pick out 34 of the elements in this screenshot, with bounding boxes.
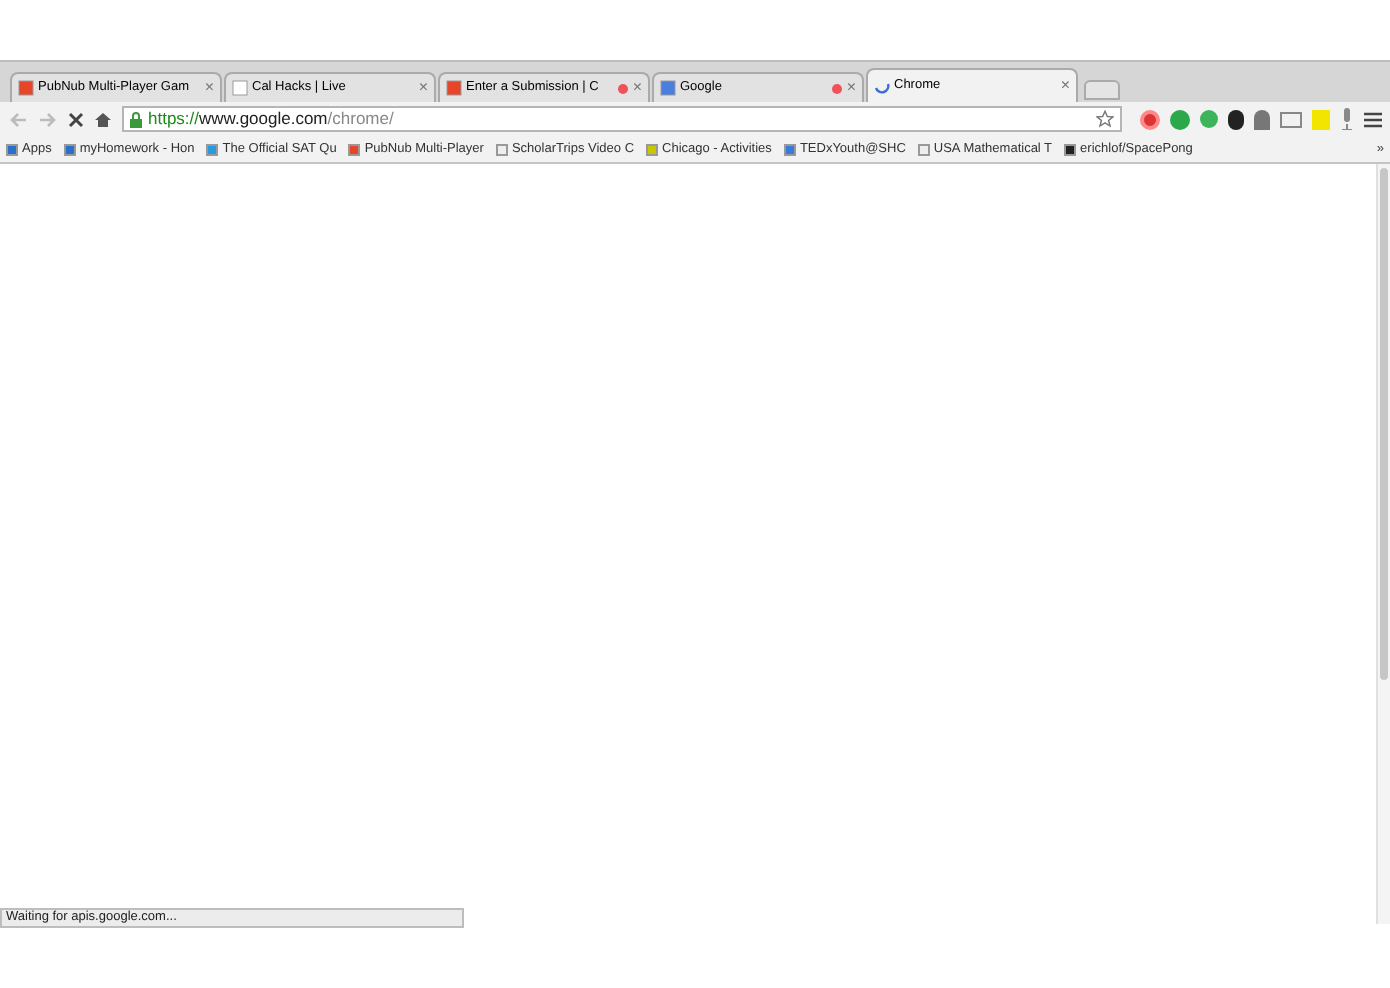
url-scheme: https:// <box>148 108 200 129</box>
favicon-icon <box>232 80 248 96</box>
lock-icon <box>130 111 142 127</box>
close-tab-button[interactable]: × <box>846 76 856 100</box>
close-tab-button[interactable]: × <box>418 76 428 100</box>
cast-icon[interactable] <box>1280 111 1302 127</box>
favicon-icon <box>63 143 76 155</box>
favicon-icon <box>348 143 361 155</box>
microphone-icon[interactable] <box>1340 108 1354 130</box>
favicon-icon <box>18 80 34 96</box>
favicon-icon <box>446 80 462 96</box>
favicon-icon <box>660 80 676 96</box>
star-icon[interactable] <box>1096 110 1114 128</box>
favicon-icon <box>1064 143 1077 155</box>
favicon-icon <box>495 143 508 155</box>
favicon-icon <box>206 143 219 155</box>
home-icon[interactable] <box>94 111 112 127</box>
favicon-icon <box>783 143 796 155</box>
stop-icon[interactable] <box>68 111 84 127</box>
address-bar[interactable]: https://www.google.com/chrome/ <box>122 106 1122 132</box>
new-tab-button[interactable] <box>1084 80 1120 100</box>
back-arrow-icon[interactable] <box>8 111 28 127</box>
close-tab-button[interactable]: × <box>204 76 214 100</box>
scrollbar[interactable] <box>1376 164 1390 924</box>
close-tab-button[interactable]: × <box>632 76 642 100</box>
favicon-icon <box>646 143 659 155</box>
loading-spinner-icon <box>874 78 890 94</box>
menu-icon[interactable] <box>1364 111 1382 127</box>
close-tab-button[interactable]: × <box>1060 74 1070 98</box>
favicon-icon <box>917 143 930 155</box>
apps-grid-icon <box>6 143 18 155</box>
forward-arrow-icon[interactable] <box>38 111 58 127</box>
url-path: /chrome/ <box>327 108 394 129</box>
url-host: www.google.com <box>199 108 328 129</box>
